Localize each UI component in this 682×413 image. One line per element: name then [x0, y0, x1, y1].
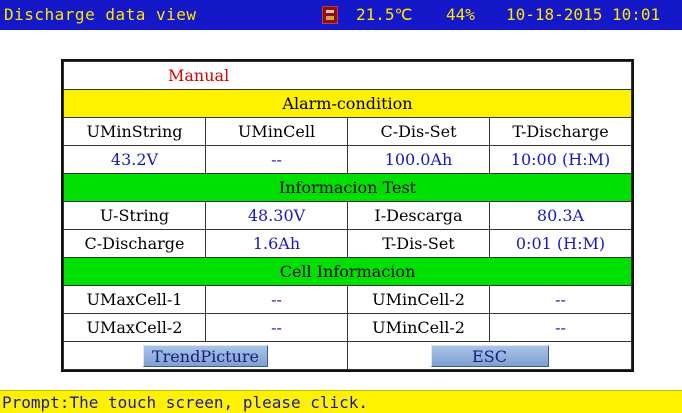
trend-picture-button[interactable]: TrendPicture [143, 344, 268, 367]
table-cell-header: UMinCell [205, 117, 348, 146]
discharge-data-table: Manual Alarm-condition UMinString UMinCe… [63, 61, 632, 370]
table-cell-label: UMinCell-2 [347, 285, 490, 314]
table-cell-label: C-Discharge [63, 229, 206, 258]
table-cell-value: 48.30V [205, 201, 348, 230]
battery-status-icon [322, 6, 338, 24]
cell-section-title: Cell Informacion [63, 257, 632, 286]
t-discharge-value[interactable]: 10:00 (H:M) [489, 145, 632, 174]
table-cell-header: UMinString [63, 117, 206, 146]
mode-label: Manual [63, 61, 632, 90]
discharge-data-panel: Manual Alarm-condition UMinString UMinCe… [61, 59, 634, 372]
table-cell-value: -- [205, 285, 348, 314]
alarm-header-row: UMinString UMinCell C-Dis-Set T-Discharg… [63, 117, 632, 146]
test-section-title: Informacion Test [63, 173, 632, 202]
test-section-header: Informacion Test [63, 173, 632, 202]
table-cell-header: T-Discharge [489, 117, 632, 146]
table-cell-value: 80.3A [489, 201, 632, 230]
window-title: Discharge data view [4, 5, 197, 24]
button-row: TrendPicture ESC [63, 341, 632, 370]
table-cell-label: UMinCell-2 [347, 313, 490, 342]
esc-button[interactable]: ESC [430, 344, 549, 367]
table-cell-label: U-String [63, 201, 206, 230]
table-cell-header: C-Dis-Set [347, 117, 490, 146]
trend-button-cell: TrendPicture [63, 341, 348, 370]
table-cell-value: 0:01 (H:M) [489, 229, 632, 258]
table-cell-label: I-Descarga [347, 201, 490, 230]
table-row: U-String 48.30V I-Descarga 80.3A [63, 201, 632, 230]
table-row: C-Discharge 1.6Ah T-Dis-Set 0:01 (H:M) [63, 229, 632, 258]
table-cell-label: UMaxCell-2 [63, 313, 206, 342]
table-cell-value: -- [205, 313, 348, 342]
umin-cell-value[interactable]: -- [205, 145, 348, 174]
table-cell-label: T-Dis-Set [347, 229, 490, 258]
table-cell-label: UMaxCell-1 [63, 285, 206, 314]
cell-section-header: Cell Informacion [63, 257, 632, 286]
temperature-readout: 21.5℃ [356, 5, 413, 24]
esc-button-cell: ESC [347, 341, 632, 370]
alarm-section-header: Alarm-condition [63, 89, 632, 118]
datetime-readout: 10-18-2015 10:01 [506, 5, 661, 24]
umin-string-value[interactable]: 43.2V [63, 145, 206, 174]
c-dis-set-value[interactable]: 100.0Ah [347, 145, 490, 174]
prompt-bar: Prompt:The touch screen, please click. [0, 390, 682, 413]
title-bar: Discharge data view 21.5℃ 44% 10-18-2015… [0, 0, 682, 30]
table-cell-value: 1.6Ah [205, 229, 348, 258]
alarm-section-title: Alarm-condition [63, 89, 632, 118]
humidity-readout: 44% [446, 5, 475, 24]
table-row: UMaxCell-2 -- UMinCell-2 -- [63, 313, 632, 342]
alarm-value-row: 43.2V -- 100.0Ah 10:00 (H:M) [63, 145, 632, 174]
table-cell-value: -- [489, 285, 632, 314]
table-cell-value: -- [489, 313, 632, 342]
mode-row: Manual [63, 61, 632, 90]
table-row: UMaxCell-1 -- UMinCell-2 -- [63, 285, 632, 314]
